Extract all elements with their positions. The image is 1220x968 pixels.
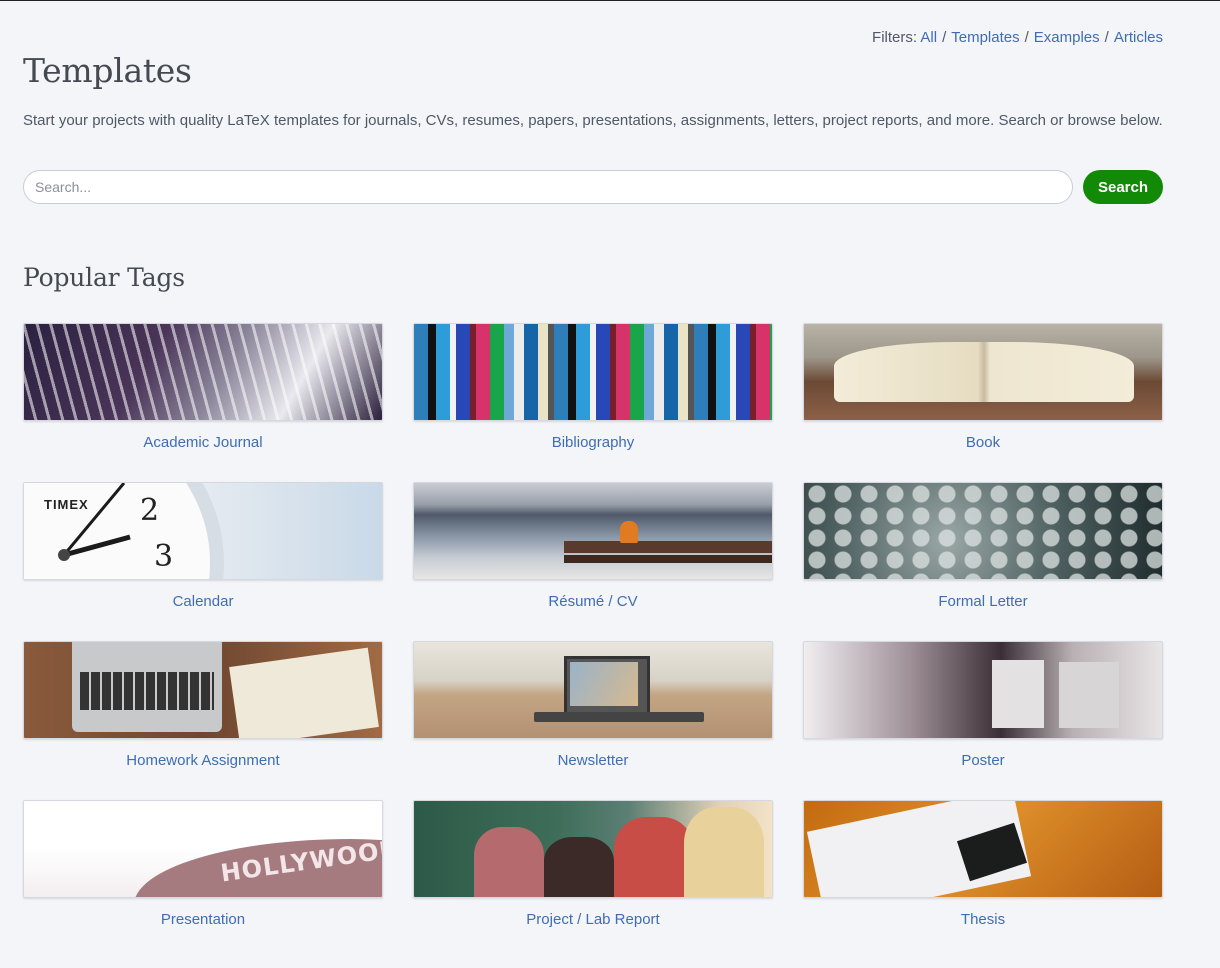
tag-card-resume-cv[interactable]: Résumé / CV	[413, 482, 773, 641]
tag-thumbnail	[413, 482, 773, 580]
tag-card-poster[interactable]: Poster	[803, 641, 1163, 800]
search-button[interactable]: Search	[1083, 170, 1163, 204]
tag-card-newsletter[interactable]: Newsletter	[413, 641, 773, 800]
tag-card-homework-assignment[interactable]: Homework Assignment	[23, 641, 383, 800]
tag-thumbnail	[803, 482, 1163, 580]
tag-label: Academic Journal	[143, 434, 263, 451]
tag-card-project-lab-report[interactable]: Project / Lab Report	[413, 800, 773, 959]
page-intro: Start your projects with quality LaTeX t…	[23, 112, 1163, 129]
filter-separator: /	[1024, 29, 1029, 46]
popular-tags-heading: Popular Tags	[23, 263, 185, 292]
tag-thumbnail	[413, 641, 773, 739]
tag-card-calendar[interactable]: TIMEX 2 3 Calendar	[23, 482, 383, 641]
tag-label: Poster	[961, 752, 1005, 769]
tag-thumbnail: TIMEX 2 3	[23, 482, 383, 580]
filter-separator: /	[942, 29, 947, 46]
tag-label: Bibliography	[551, 434, 635, 451]
page-title: Templates	[23, 51, 192, 90]
tag-thumbnail	[803, 323, 1163, 421]
tag-card-thesis[interactable]: Thesis	[803, 800, 1163, 959]
filter-templates-link[interactable]: Templates	[951, 29, 1019, 46]
tag-thumbnail	[23, 323, 383, 421]
filter-all-link[interactable]: All	[920, 29, 937, 46]
filters-prefix: Filters:	[872, 29, 918, 46]
search-input[interactable]	[23, 170, 1073, 204]
filter-examples-link[interactable]: Examples	[1034, 29, 1100, 46]
tag-label: Book	[965, 434, 1001, 451]
tag-label: Presentation	[160, 911, 246, 928]
tag-label: Project / Lab Report	[526, 911, 660, 928]
tag-label: Calendar	[172, 593, 234, 610]
tag-label: Thesis	[960, 911, 1006, 928]
tag-card-formal-letter[interactable]: Formal Letter	[803, 482, 1163, 641]
tag-card-presentation[interactable]: HOLLYWOOD Presentation	[23, 800, 383, 959]
tag-thumbnail	[23, 641, 383, 739]
tag-card-academic-journal[interactable]: Academic Journal	[23, 323, 383, 482]
popular-tags-grid: Academic Journal Bibliography Book TIMEX…	[23, 323, 1163, 959]
tag-thumbnail	[803, 641, 1163, 739]
tag-card-bibliography[interactable]: Bibliography	[413, 323, 773, 482]
tag-card-book[interactable]: Book	[803, 323, 1163, 482]
filter-articles-link[interactable]: Articles	[1114, 29, 1163, 46]
tag-label: Formal Letter	[938, 593, 1028, 610]
filters-bar: Filters: All / Templates / Examples / Articles	[872, 29, 1163, 46]
tag-thumbnail	[413, 323, 773, 421]
tag-thumbnail: HOLLYWOOD	[23, 800, 383, 898]
tag-thumbnail	[413, 800, 773, 898]
tag-thumbnail	[803, 800, 1163, 898]
tag-label: Homework Assignment	[126, 752, 280, 769]
tag-label: Résumé / CV	[548, 593, 638, 610]
clock-hands	[58, 483, 131, 561]
filter-separator: /	[1104, 29, 1109, 46]
tag-label: Newsletter	[557, 752, 629, 769]
